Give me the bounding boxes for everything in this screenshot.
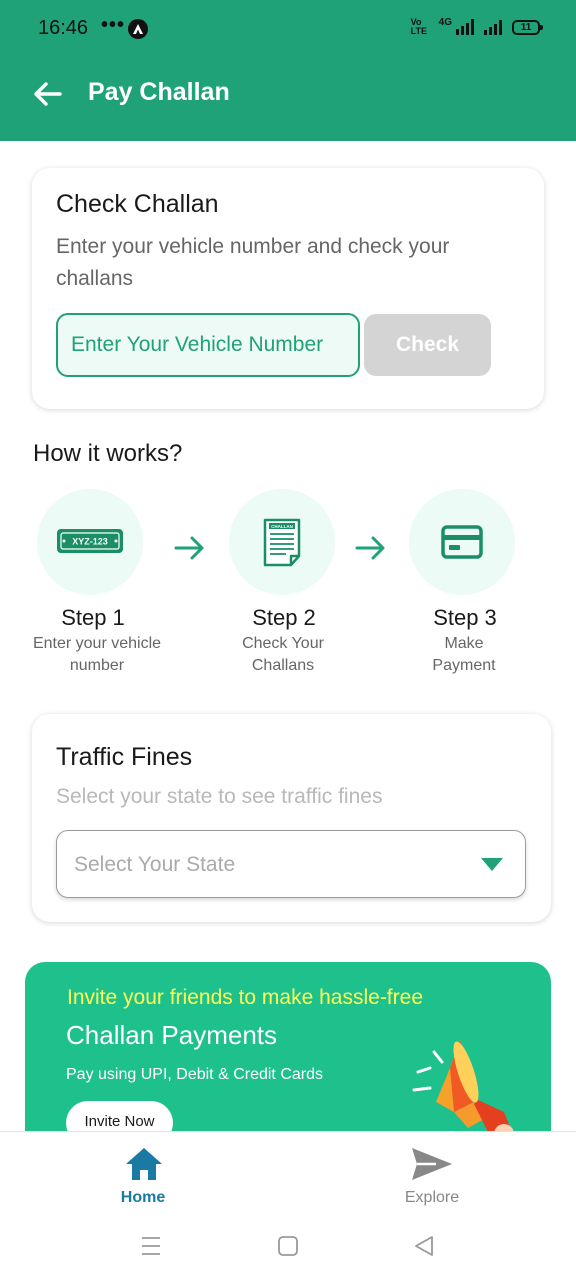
nav-label-home: Home <box>120 1189 166 1206</box>
traffic-fines-title: Traffic Fines <box>56 743 193 771</box>
arrow-left-icon <box>34 82 62 106</box>
home-square-icon[interactable] <box>277 1235 299 1257</box>
network-type-label: 4G <box>438 16 452 28</box>
step-3-description: Make Payment <box>432 635 496 674</box>
step-3-circle <box>409 489 515 595</box>
app-header: 16:46 ••• Vo LTE 4G 11 Pay Challan <box>0 0 576 141</box>
page-title: Pay Challan <box>88 78 230 106</box>
status-indicators: Vo LTE 4G 11 <box>410 16 543 36</box>
invite-title: Challan Payments <box>66 1020 277 1050</box>
status-time: 16:46 <box>38 17 89 39</box>
plate-text: XYZ-123 <box>72 537 108 547</box>
step-1-circle: XYZ-123 <box>37 489 143 595</box>
traffic-fines-description: Select your state to see traffic fines <box>56 785 383 808</box>
invite-subtitle: Pay using UPI, Debit & Credit Cards <box>66 1066 323 1083</box>
check-button[interactable]: Check <box>364 314 491 376</box>
step-2-title: Step 2 <box>252 605 316 630</box>
caret-down-icon <box>481 858 503 871</box>
state-select-dropdown[interactable]: Select Your State <box>56 830 526 898</box>
check-challan-card: Check Challan Enter your vehicle number … <box>32 168 544 409</box>
menu-icon[interactable] <box>140 1235 162 1257</box>
traffic-fines-card: Traffic Fines Select your state to see t… <box>32 714 551 922</box>
step-2-circle: CHALLAN <box>229 489 335 595</box>
invite-headline: Invite your friends to make hassle-free <box>67 986 423 1009</box>
back-button[interactable] <box>30 76 66 112</box>
arrow-right-icon <box>355 536 385 560</box>
vehicle-number-input[interactable] <box>56 313 360 377</box>
back-triangle-icon[interactable] <box>413 1235 435 1257</box>
challan-document-icon: CHALLAN <box>263 518 301 567</box>
check-challan-title: Check Challan <box>56 190 219 218</box>
send-icon <box>412 1148 452 1180</box>
home-icon <box>126 1148 162 1180</box>
signal-strength-2-icon <box>484 19 502 35</box>
system-nav-bar <box>0 1223 576 1280</box>
how-it-works-title: How it works? <box>33 440 183 467</box>
bottom-nav: Home Explore <box>0 1131 576 1223</box>
step-1-title: Step 1 <box>61 605 125 630</box>
app-notification-icon <box>128 19 148 39</box>
step-2-description: Check Your Challans <box>242 635 324 674</box>
state-select-placeholder: Select Your State <box>74 853 236 876</box>
nav-label-explore: Explore <box>404 1189 460 1206</box>
number-plate-icon: XYZ-123 <box>57 529 123 553</box>
step-1-description: Enter your vehicle number <box>32 635 162 674</box>
card-payment-icon <box>441 525 483 559</box>
volte-label: Vo LTE <box>410 17 427 36</box>
check-challan-description: Enter your vehicle number and check your… <box>56 235 450 290</box>
battery-icon: 11 <box>512 19 543 35</box>
nav-item-explore[interactable]: Explore <box>352 1132 512 1224</box>
step-3-title: Step 3 <box>433 605 497 630</box>
status-bar: 16:46 ••• Vo LTE 4G 11 <box>0 0 576 56</box>
doc-text: CHALLAN <box>271 524 293 529</box>
notification-dots: ••• <box>101 14 126 36</box>
megaphone-icon <box>412 1040 514 1142</box>
signal-strength-icon <box>456 19 474 35</box>
arrow-right-icon <box>174 536 204 560</box>
nav-item-home[interactable]: Home <box>63 1132 223 1224</box>
